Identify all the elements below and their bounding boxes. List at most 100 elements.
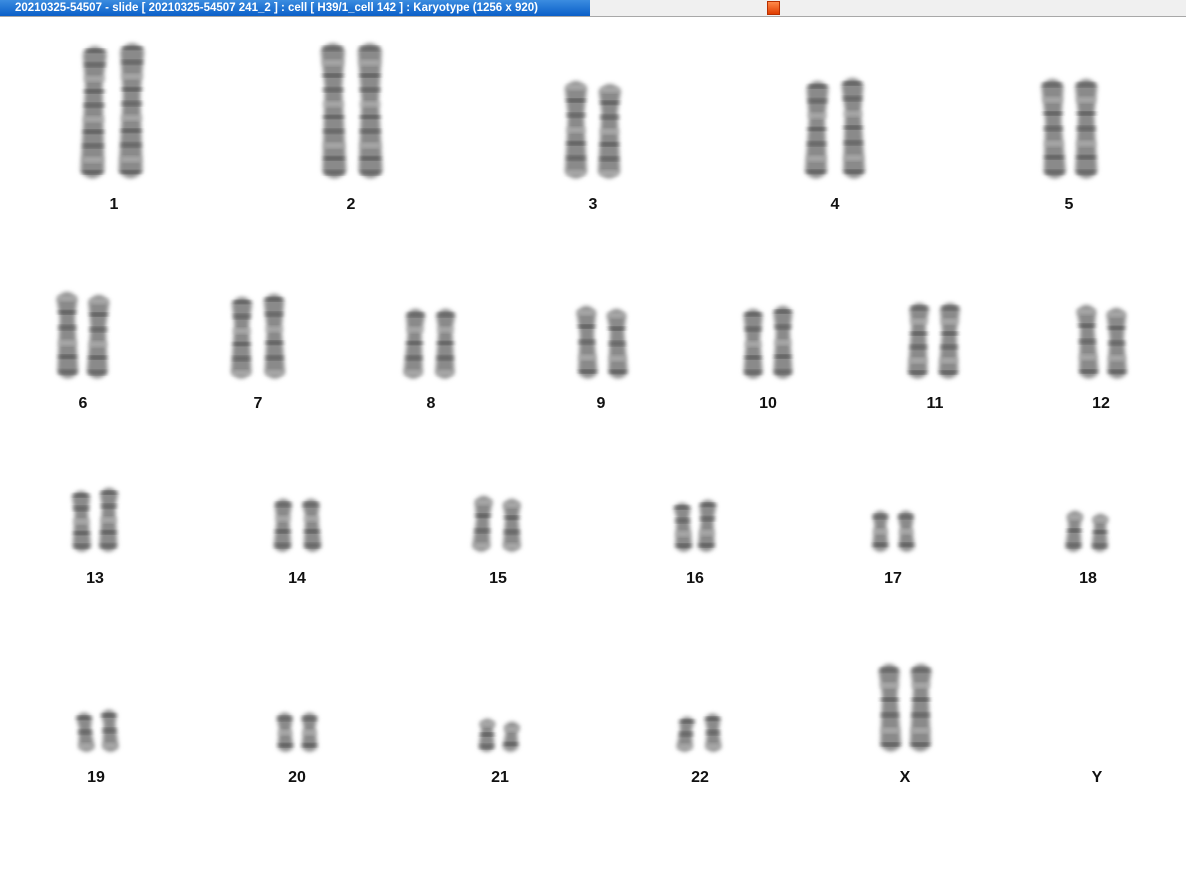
chromosome-band [102, 713, 116, 717]
chromosome-band [480, 721, 495, 727]
chromosome-band [323, 87, 344, 92]
chromosome-band [304, 543, 320, 548]
chromosome-band [120, 156, 141, 162]
chromosome-band [844, 140, 863, 145]
chromosome-pair-15[interactable] [472, 495, 521, 552]
scroll-handle[interactable] [767, 1, 780, 15]
chromosome-pair-16[interactable] [673, 499, 717, 552]
chromosome-band [474, 543, 490, 549]
chromosome-band [89, 327, 108, 332]
chromosome-band [911, 728, 930, 733]
chromosome-band [912, 668, 931, 672]
chromosome-pair-2[interactable] [320, 43, 383, 179]
chromosome-band [566, 156, 586, 161]
chromosome-band [359, 60, 380, 66]
chromosome-band [608, 341, 626, 346]
chromosome-7-right [263, 294, 286, 379]
chromosome-band [83, 116, 104, 122]
chromosome-band [277, 716, 292, 721]
chromosome-band [73, 493, 89, 497]
chromosome-pair-13[interactable] [71, 487, 119, 552]
chromosome-band [1078, 324, 1095, 328]
chromosome-pair-17[interactable] [872, 510, 915, 552]
chromosome-band [504, 516, 520, 520]
chromosome-band [609, 370, 627, 374]
chromosome-band [1079, 339, 1096, 344]
chromosome-pair-10[interactable] [743, 305, 793, 379]
chromosome-band [437, 355, 454, 360]
chromosome-band [881, 713, 899, 717]
chromosome-pair-11[interactable] [907, 302, 960, 379]
chromosome-pair-x[interactable] [878, 664, 932, 752]
chromosome-pair-9[interactable] [576, 305, 628, 379]
chromosome-band [88, 356, 107, 359]
chromosome-band [78, 730, 92, 734]
chromosome-pair-21[interactable] [478, 718, 520, 752]
chromosome-band [843, 96, 862, 101]
chromosome-pair-1[interactable] [80, 43, 145, 179]
chromosome-band [910, 332, 928, 335]
chromosome-21-right [502, 721, 520, 752]
chromosome-band [600, 129, 619, 134]
chromosome-label-4: 4 [830, 196, 840, 213]
chromosome-label-16: 16 [686, 570, 704, 587]
chromosome-band [474, 528, 490, 533]
chromosome-pair-14[interactable] [273, 498, 322, 552]
chromosome-band [83, 143, 104, 148]
chromosome-band [873, 543, 888, 547]
chromosome-band [101, 504, 117, 509]
chromosome-band [406, 341, 423, 345]
chromosome-band [910, 345, 927, 349]
chromosome-pair-8[interactable] [403, 308, 456, 379]
chromosome-band [265, 355, 284, 360]
chromosome-band [1093, 530, 1107, 534]
chromosome-band [58, 340, 77, 346]
chromosome-pair-20[interactable] [276, 712, 318, 752]
chromosome-band [79, 743, 93, 749]
chromosome-band [1076, 126, 1096, 131]
chromosome-band [578, 340, 596, 344]
chromosome-pair-4[interactable] [804, 78, 866, 179]
chromosome-band [84, 76, 105, 82]
chromosome-band [873, 514, 888, 519]
chromosome-pair-12[interactable] [1076, 304, 1127, 379]
chromosome-6-left [56, 292, 79, 379]
chromosome-band [1077, 309, 1095, 315]
chromosome-band [90, 298, 108, 304]
chromosome-band [1108, 355, 1126, 361]
chromosome-band [1076, 97, 1096, 103]
chromosome-band [566, 170, 586, 176]
chromosome-band [504, 543, 520, 549]
chromosome-band [774, 310, 791, 313]
chromosome-band [910, 319, 928, 324]
chromosome-label-9: 9 [596, 395, 606, 412]
chromosome-pair-5[interactable] [1041, 79, 1098, 179]
chromosome-band [1076, 141, 1096, 147]
chromosome-band [1076, 155, 1096, 159]
chromosome-band [302, 730, 317, 735]
chromosome-band [808, 84, 828, 88]
chromosome-band [360, 129, 381, 134]
chromosome-x-left [878, 664, 902, 752]
chromosome-band [706, 730, 720, 735]
chromosome-band [1045, 170, 1064, 175]
chromosome-pair-3[interactable] [564, 81, 621, 179]
chromosome-band [1043, 111, 1063, 115]
chromosome-pair-19[interactable] [76, 709, 119, 752]
chromosome-band [504, 742, 518, 746]
chromosome-band [912, 698, 930, 701]
chromosome-band [407, 312, 424, 317]
chromosome-6-right [86, 295, 110, 379]
chromosome-band [1093, 517, 1108, 523]
chromosome-pair-7[interactable] [230, 294, 286, 379]
chromosome-band [844, 155, 863, 161]
chromosome-band [1076, 111, 1096, 115]
chromosome-11-left [907, 302, 930, 379]
chromosome-band [566, 127, 586, 133]
chromosome-band [1076, 82, 1096, 87]
chromosome-pair-6[interactable] [56, 292, 110, 379]
chromosome-band [745, 355, 762, 359]
chromosome-band [843, 111, 863, 117]
chromosome-pair-22[interactable] [676, 713, 722, 752]
chromosome-pair-18[interactable] [1065, 510, 1109, 552]
